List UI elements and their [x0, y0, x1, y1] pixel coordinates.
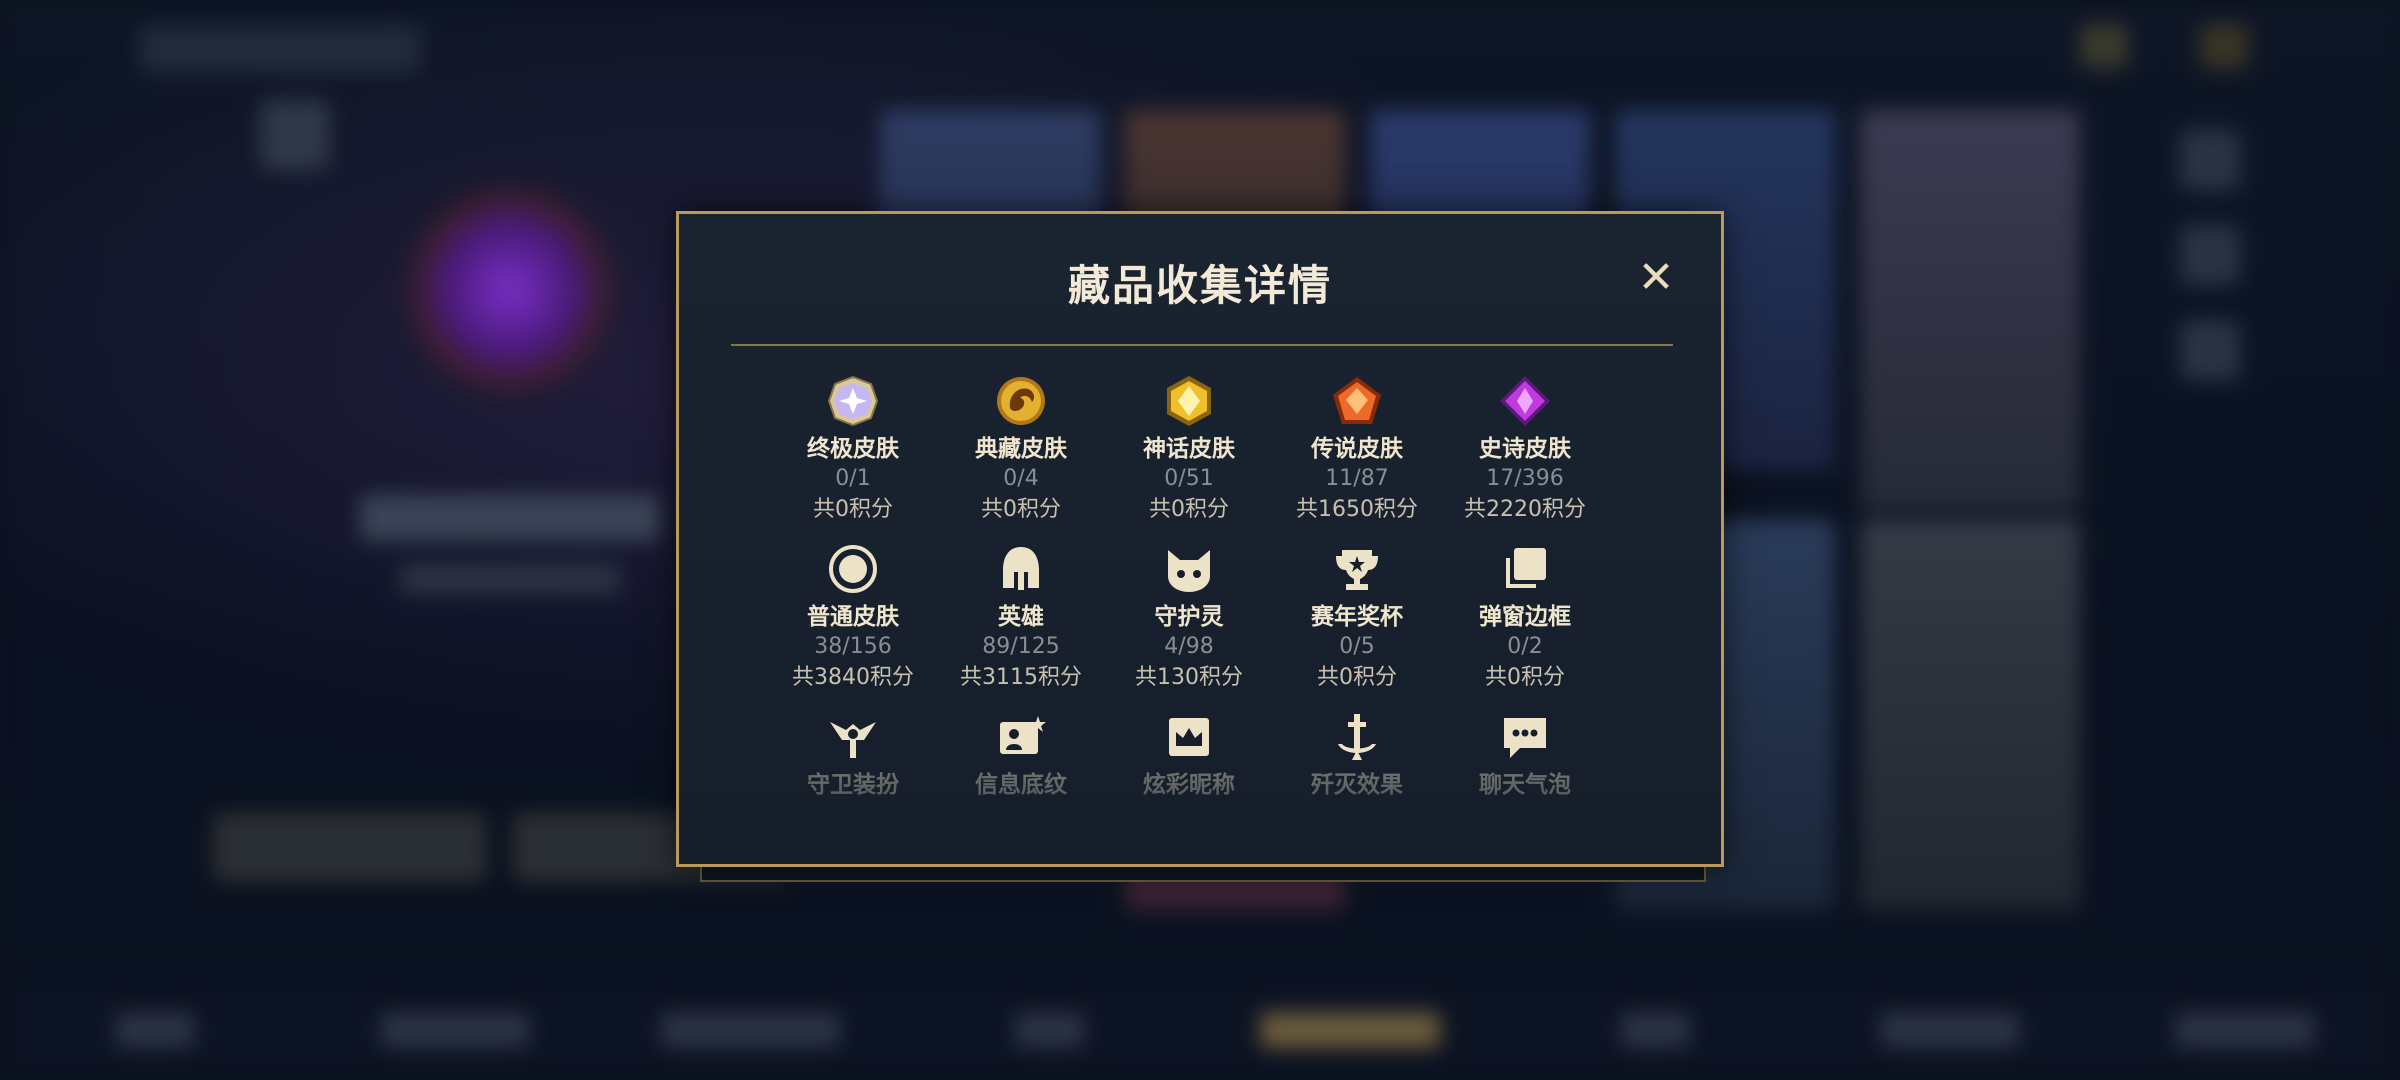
legendary-skin-icon	[1330, 374, 1384, 428]
item-count: 89/125	[982, 634, 1060, 659]
profile-badge	[260, 100, 330, 170]
item-name: 普通皮肤	[807, 604, 899, 630]
chat-bubble-icon	[1498, 710, 1552, 764]
collection-item-chat-bubble[interactable]: 聊天气泡	[1441, 710, 1609, 800]
item-name: 典藏皮肤	[975, 436, 1067, 462]
collection-item-treasured[interactable]: 典藏皮肤 0/4 共0积分	[937, 374, 1105, 526]
item-name: 传说皮肤	[1311, 436, 1403, 462]
item-points: 共0积分	[1485, 665, 1565, 690]
trophy-icon	[1330, 542, 1384, 596]
modal-title: 藏品收集详情	[1067, 261, 1332, 310]
collection-item-normal[interactable]: 普通皮肤 38/156 共3840积分	[769, 542, 937, 694]
nav-item	[2175, 1012, 2315, 1048]
item-name: 英雄	[998, 604, 1044, 630]
item-points: 共3115积分	[960, 665, 1082, 690]
info-banner-icon	[994, 710, 1048, 764]
collection-item-guardian[interactable]: 守护灵 4/98 共130积分	[1105, 542, 1273, 694]
bottom-nav	[0, 990, 2400, 1070]
item-points: 共0积分	[813, 497, 893, 522]
collection-item-popup-frame[interactable]: 弹窗边框 0/2 共0积分	[1441, 542, 1609, 694]
nav-item	[380, 1012, 530, 1048]
item-name: 神话皮肤	[1143, 436, 1235, 462]
epic-skin-icon	[1498, 374, 1552, 428]
item-name: 终极皮肤	[807, 436, 899, 462]
nav-item	[660, 1012, 840, 1048]
item-name: 歼灭效果	[1311, 772, 1403, 798]
dragon-collection-icon	[994, 374, 1048, 428]
side-button	[2180, 130, 2240, 190]
item-count: 0/2	[1507, 634, 1543, 659]
item-count: 0/5	[1339, 634, 1375, 659]
title-divider	[731, 344, 1673, 346]
item-points: 共3840积分	[792, 665, 914, 690]
nav-item	[115, 1012, 195, 1048]
item-name: 守卫装扮	[807, 772, 899, 798]
nav-item	[1880, 1012, 2020, 1048]
stat-panel-left	[215, 815, 484, 879]
back-navigation	[140, 26, 420, 72]
item-points: 共130积分	[1135, 665, 1243, 690]
nav-item	[1620, 1012, 1690, 1048]
collection-item-info-banner[interactable]: 信息底纹	[937, 710, 1105, 800]
item-points: 共0积分	[1317, 665, 1397, 690]
ward-skin-icon	[826, 710, 880, 764]
item-count: 0/4	[1003, 466, 1039, 491]
player-name	[360, 495, 660, 541]
ultimate-skin-icon	[826, 374, 880, 428]
item-name: 赛年奖杯	[1311, 604, 1403, 630]
item-points: 共1650积分	[1296, 497, 1418, 522]
player-subtitle	[400, 565, 620, 593]
side-button	[2180, 225, 2240, 285]
collection-item-epic[interactable]: 史诗皮肤 17/396 共2220积分	[1441, 374, 1609, 526]
collection-item-colorful-nickname[interactable]: 炫彩昵称	[1105, 710, 1273, 800]
item-name: 史诗皮肤	[1479, 436, 1571, 462]
item-points: 共0积分	[1149, 497, 1229, 522]
nav-item	[1015, 1012, 1085, 1048]
side-button	[2180, 320, 2240, 380]
skin-card	[1860, 520, 2080, 910]
guardian-pet-icon	[1162, 542, 1216, 596]
item-name: 炫彩昵称	[1143, 772, 1235, 798]
item-name: 信息底纹	[975, 772, 1067, 798]
item-name: 聊天气泡	[1479, 772, 1571, 798]
nav-item-active	[1260, 1012, 1440, 1048]
collection-item-mythic[interactable]: 神话皮肤 0/51 共0积分	[1105, 374, 1273, 526]
item-count: 17/396	[1486, 466, 1564, 491]
normal-skin-icon	[826, 542, 880, 596]
item-name: 守护灵	[1154, 604, 1224, 630]
skin-card	[1860, 110, 2080, 510]
item-count: 38/156	[814, 634, 892, 659]
profile-orb	[400, 180, 620, 400]
item-name: 弹窗边框	[1479, 604, 1571, 630]
helmet-icon	[994, 542, 1048, 596]
item-count: 0/51	[1164, 466, 1214, 491]
item-count: 4/98	[1164, 634, 1214, 659]
shop-icon	[2200, 24, 2248, 68]
collection-details-modal: 藏品收集详情 ✕ 终极皮肤 0/1 共0积分 典藏皮肤 0/4 共0积分 神话皮…	[676, 211, 1724, 867]
collection-item-legendary[interactable]: 传说皮肤 11/87 共1650积分	[1273, 374, 1441, 526]
item-points: 共0积分	[981, 497, 1061, 522]
mythic-skin-icon	[1162, 374, 1216, 428]
popup-frame-icon	[1498, 542, 1552, 596]
collection-item-kill-effect[interactable]: 歼灭效果	[1273, 710, 1441, 800]
kill-effect-icon	[1330, 710, 1384, 764]
item-count: 0/1	[835, 466, 871, 491]
collection-item-hero[interactable]: 英雄 89/125 共3115积分	[937, 542, 1105, 694]
close-button[interactable]: ✕	[1634, 256, 1678, 300]
mail-icon	[2080, 24, 2128, 68]
collection-item-season-trophy[interactable]: 赛年奖杯 0/5 共0积分	[1273, 542, 1441, 694]
collection-item-ward-skin[interactable]: 守卫装扮	[769, 710, 937, 800]
colorful-nickname-icon	[1162, 710, 1216, 764]
item-count: 11/87	[1325, 466, 1389, 491]
item-points: 共2220积分	[1464, 497, 1586, 522]
collection-item-ultimate[interactable]: 终极皮肤 0/1 共0积分	[769, 374, 937, 526]
